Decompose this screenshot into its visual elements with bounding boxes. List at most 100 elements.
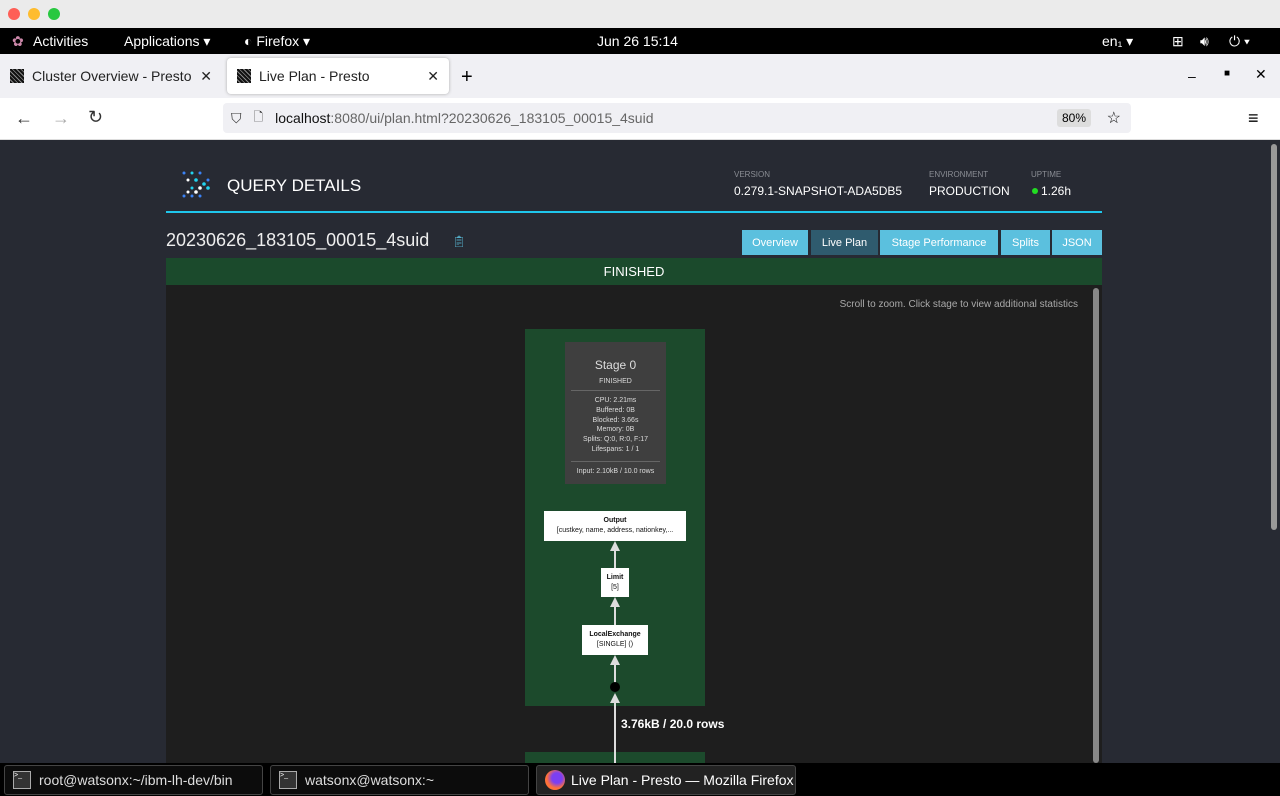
node-name: Limit <box>606 573 624 581</box>
scrollbar-thumb[interactable] <box>1271 144 1277 530</box>
activities-icon: ✿ <box>12 33 24 49</box>
taskbar-item-firefox[interactable]: Live Plan - Presto — Mozilla Firefox <box>536 765 796 795</box>
stage-state: FINISHED <box>599 378 632 385</box>
uptime-label: UPTIME <box>1031 170 1062 179</box>
arrow-icon <box>610 693 620 703</box>
url-bar[interactable]: ⛉ 🗋︎ localhost:8080/ui/plan.html?2023062… <box>223 103 1131 133</box>
close-window-button[interactable] <box>8 8 20 20</box>
clock[interactable]: Jun 26 15:14 <box>597 33 678 49</box>
stage-memory: Memory: 0B <box>596 426 635 434</box>
tab-splits[interactable]: Splits <box>1001 230 1050 255</box>
power-icon[interactable]: ⏻ ▾ <box>1229 33 1250 50</box>
tab-json[interactable]: JSON <box>1052 230 1102 255</box>
stage-input: Input: 2.10kB / 10.0 rows <box>571 460 660 475</box>
back-button[interactable]: ← <box>15 108 33 129</box>
stage-splits: Splits: Q:0, R:0, F:17 <box>583 436 648 444</box>
arrow-icon <box>610 655 620 665</box>
tab-overview[interactable]: Overview <box>742 230 808 255</box>
tab-label: Cluster Overview - Presto <box>32 68 192 84</box>
taskbar-label: watsonx@watsonx:~ <box>305 772 434 788</box>
arrow-icon <box>610 541 620 551</box>
tab-label: Live Plan - Presto <box>259 68 370 84</box>
stage-cpu: CPU: 2.21ms <box>594 397 637 404</box>
applications-label: Applications <box>124 33 200 49</box>
new-tab-button[interactable]: + <box>461 66 473 89</box>
tab-stage-performance[interactable]: Stage Performance <box>880 230 998 255</box>
plan-hint: Scroll to zoom. Click stage to view addi… <box>839 299 1078 310</box>
version-label: VERSION <box>734 170 771 179</box>
navigation-bar: ← → ↻ ⛉ 🗋︎ localhost:8080/ui/plan.html?2… <box>0 98 1280 140</box>
uptime-value: 1.26h <box>1041 184 1072 198</box>
reload-button[interactable]: ↻ <box>88 107 103 128</box>
stage-title: Stage 0 <box>594 358 637 372</box>
plan-node-limit[interactable]: Limit [5] <box>601 568 629 597</box>
applications-menu[interactable]: Applications ▾ <box>124 33 210 50</box>
browser-tab-bar: Cluster Overview - Presto ✕ Live Plan - … <box>0 54 1280 98</box>
close-tab-icon[interactable]: ✕ <box>427 68 439 85</box>
terminal-icon: >_ <box>13 771 31 789</box>
tab-live-plan[interactable]: Live Plan - Presto ✕ <box>227 58 449 94</box>
menu-icon[interactable]: ≡ <box>1248 108 1259 129</box>
activities-button[interactable]: Activities <box>33 33 88 49</box>
firefox-menu[interactable]: ◐ Firefox ▾ <box>244 33 310 50</box>
stage-buffered: Buffered: 0B <box>596 406 635 414</box>
url-host: localhost <box>275 110 331 126</box>
environment-label: ENVIRONMENT <box>929 170 989 179</box>
volume-icon[interactable]: 🔊︎ <box>1200 33 1209 50</box>
page-icon: 🗋︎ <box>253 109 264 124</box>
clipboard-icon[interactable]: 📋︎ <box>452 235 466 248</box>
taskbar: >_ root@watsonx:~/ibm-lh-dev/bin >_ watson… <box>0 763 1280 796</box>
environment-value: PRODUCTION <box>929 184 1010 198</box>
version-value: 0.279.1-SNAPSHOT-ADA5DB5 <box>734 184 903 198</box>
node-detail: [5] <box>611 583 619 591</box>
stage-lifespans: Lifespans: 1 / 1 <box>591 445 640 453</box>
gnome-topbar: ✿ Activities Applications ▾ ◐ Firefox ▾ … <box>0 28 1280 54</box>
window-titlebar <box>0 0 1280 28</box>
exchange-dot <box>610 682 620 692</box>
node-detail: [custkey, name, address, nationkey,... <box>556 527 674 534</box>
shield-icon[interactable]: ⛉ <box>231 110 242 127</box>
node-name: Output <box>603 517 627 524</box>
close-tab-icon[interactable]: ✕ <box>200 68 212 85</box>
minimize-window-button[interactable] <box>28 8 40 20</box>
firefox-icon <box>545 770 565 790</box>
status-dot-icon <box>1032 188 1038 194</box>
stage-0-stats[interactable]: Stage 0 FINISHED CPU: 2.21ms Buffered: 0… <box>565 342 666 484</box>
page-scrollbar[interactable] <box>1268 140 1280 763</box>
plan-edge <box>614 607 616 625</box>
url-path: :8080/ui/plan.html?20230626_183105_00015… <box>330 110 654 126</box>
taskbar-label: Live Plan - Presto — Mozilla Firefox <box>571 772 794 788</box>
node-name: LocalExchange <box>589 631 641 638</box>
presto-favicon-icon <box>237 69 251 83</box>
language-indicator[interactable]: en₁ ▾ <box>1102 33 1133 50</box>
close-button[interactable]: ✕ <box>1255 66 1267 83</box>
language-label: en₁ <box>1102 33 1123 49</box>
taskbar-item-watsonx-terminal[interactable]: >_ watsonx@watsonx:~ <box>270 765 529 795</box>
forward-button[interactable]: → <box>52 108 70 129</box>
firefox-label: Firefox <box>256 33 300 49</box>
minimize-button[interactable]: – <box>1188 68 1196 84</box>
header-divider <box>166 211 1102 213</box>
bookmark-star-icon[interactable]: ☆ <box>1107 108 1121 128</box>
taskbar-label: root@watsonx:~/ibm-lh-dev/bin <box>39 772 233 788</box>
plan-node-output[interactable]: Output [custkey, name, address, nationkey… <box>544 511 686 541</box>
taskbar-item-root-terminal[interactable]: >_ root@watsonx:~/ibm-lh-dev/bin <box>4 765 263 795</box>
zoom-level-button[interactable]: 80% <box>1056 109 1091 127</box>
terminal-icon: >_ <box>279 771 297 789</box>
query-state-bar: FINISHED <box>166 258 1102 285</box>
network-icon[interactable]: ⊞ <box>1172 33 1184 50</box>
tab-live-plan[interactable]: Live Plan <box>811 230 878 255</box>
node-detail: [SINGLE] () <box>596 641 634 648</box>
maximize-button[interactable]: ■ <box>1224 68 1230 79</box>
plan-scrollbar[interactable] <box>1093 288 1099 763</box>
edge-label: 3.76kB / 20.0 rows <box>621 717 725 731</box>
presto-favicon-icon <box>10 69 24 83</box>
maximize-window-button[interactable] <box>48 8 60 20</box>
plan-edge <box>614 551 616 568</box>
plan-node-local-exchange[interactable]: LocalExchange [SINGLE] () <box>582 625 648 655</box>
tab-cluster-overview[interactable]: Cluster Overview - Presto ✕ <box>0 58 222 94</box>
arrow-icon <box>610 597 620 607</box>
presto-logo-icon <box>182 171 210 198</box>
query-id: 20230626_183105_00015_4suid <box>166 230 430 250</box>
live-plan-canvas[interactable]: Scroll to zoom. Click stage to view addi… <box>166 285 1102 763</box>
